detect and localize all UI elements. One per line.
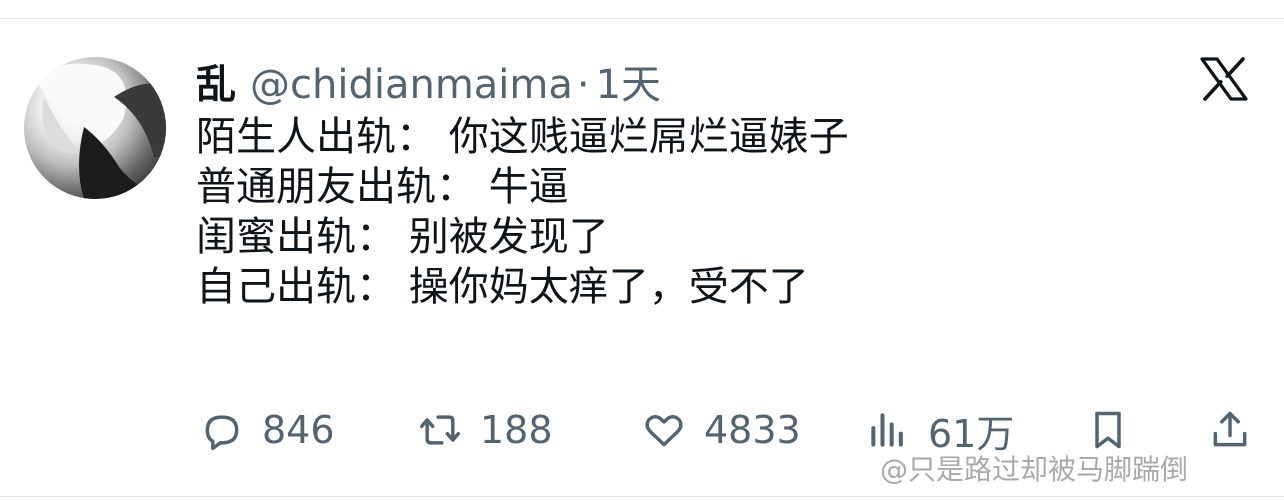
like-button[interactable]: 4833 bbox=[638, 404, 801, 456]
share-button[interactable] bbox=[1204, 404, 1256, 456]
retweet-count: 188 bbox=[480, 408, 553, 452]
bar-chart-icon bbox=[862, 406, 914, 454]
reply-button[interactable]: 846 bbox=[196, 404, 335, 456]
tweet-header: 乱 @chidianmaima · 1天 bbox=[196, 52, 661, 108]
retweet-arrows-icon bbox=[414, 406, 466, 454]
retweet-button[interactable]: 188 bbox=[414, 404, 553, 456]
bottom-divider bbox=[0, 496, 1284, 497]
avatar-image bbox=[34, 63, 166, 199]
user-handle[interactable]: @chidianmaima bbox=[250, 62, 573, 108]
speech-bubble-icon bbox=[196, 406, 248, 454]
separator-dot: · bbox=[576, 62, 590, 108]
heart-icon bbox=[638, 406, 690, 454]
timestamp[interactable]: 1天 bbox=[596, 52, 661, 110]
display-name[interactable]: 乱 bbox=[196, 52, 236, 110]
tweet-line: 自己出轨： 操你妈太痒了，受不了 bbox=[196, 264, 809, 310]
x-logo-icon bbox=[1200, 56, 1248, 102]
share-upload-icon bbox=[1204, 406, 1256, 454]
reply-count: 846 bbox=[262, 408, 335, 452]
like-count: 4833 bbox=[704, 408, 801, 452]
tweet-line: 闺蜜出轨： 别被发现了 bbox=[196, 214, 609, 260]
tweet-body: 陌生人出轨： 你这贱逼烂屌烂逼婊子 普通朋友出轨： 牛逼 闺蜜出轨： 别被发现了… bbox=[196, 112, 1176, 312]
tweet-line: 普通朋友出轨： 牛逼 bbox=[196, 164, 569, 210]
avatar[interactable] bbox=[24, 57, 166, 199]
bookmark-icon bbox=[1082, 406, 1134, 454]
tweet-line: 陌生人出轨： 你这贱逼烂屌烂逼婊子 bbox=[196, 114, 849, 160]
top-divider bbox=[0, 18, 1284, 19]
watermark: @只是路过却被马脚踹倒 bbox=[880, 453, 1189, 486]
